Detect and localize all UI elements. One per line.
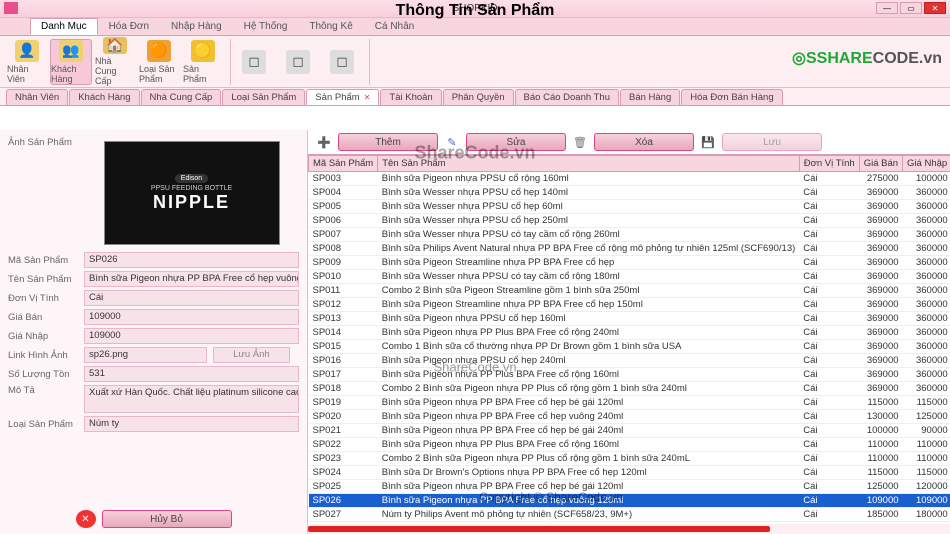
- table-row[interactable]: SP012Bình sữa Pigeon Streamline nhựa PP …: [309, 298, 950, 312]
- ribbon-Sản Phẩm[interactable]: 🟡Sản Phẩm: [182, 39, 224, 85]
- col-header[interactable]: Giá Bán: [859, 156, 902, 172]
- dvt-input[interactable]: Cái: [84, 290, 299, 306]
- table-row[interactable]: SP015Combo 1 Bình sữa cổ thường nhựa PP …: [309, 340, 950, 354]
- add-button[interactable]: Thêm: [338, 133, 438, 151]
- file-menu-icon[interactable]: [4, 2, 18, 14]
- table-row[interactable]: SP009Bình sữa Pigeon Streamline nhựa PP …: [309, 256, 950, 270]
- ribbon-Khách Hàng[interactable]: 👥Khách Hàng: [50, 39, 92, 85]
- inner-tabs: Nhân ViênKhách HàngNhà Cung CấpLoại Sản …: [0, 88, 950, 106]
- ribbon: 👤Nhân Viên👥Khách Hàng🏠Nhà Cung Cấp🟠Loại …: [0, 36, 950, 88]
- col-header[interactable]: Mã Sản Phẩm: [309, 156, 378, 172]
- product-image: Edison PPSU FEEDING BOTTLE NIPPLE: [104, 141, 280, 245]
- save-button: Lưu: [722, 133, 822, 151]
- close-button[interactable]: ✕: [924, 2, 946, 14]
- gianhap-input[interactable]: 109000: [84, 328, 299, 344]
- table-row[interactable]: SP010Bình sữa Wesser nhựa PPSU có tay cầ…: [309, 270, 950, 284]
- tab-close-icon[interactable]: ✕: [364, 93, 371, 102]
- table-row[interactable]: SP016Bình sữa Pigeon nhựa PPSU cổ hẹp 24…: [309, 354, 950, 368]
- edit-button[interactable]: Sửa: [466, 133, 566, 151]
- table-row[interactable]: SP018Combo 2 Bình sữa Pigeon nhựa PP Plu…: [309, 382, 950, 396]
- product-table: Mã Sản PhẩmTên Sản PhẩmĐơn Vị TínhGiá Bá…: [308, 155, 950, 524]
- action-bar: ➕ Thêm ✎ Sửa 🗑 Xóa 💾 Lưu: [308, 130, 950, 154]
- giaban-input[interactable]: 109000: [84, 309, 299, 325]
- table-row[interactable]: SP022Bình sữa Pigeon nhựa PP Plus BPA Fr…: [309, 438, 950, 452]
- ribbon-Loại Sản Phẩm[interactable]: 🟠Loại Sản Phẩm: [138, 39, 180, 85]
- table-row[interactable]: SP020Bình sữa Pigeon nhựa PP BPA Free cổ…: [309, 410, 950, 424]
- minimize-button[interactable]: —: [876, 2, 898, 14]
- inner-tab-Tài Khoản[interactable]: Tài Khoản: [380, 89, 441, 105]
- inner-tab-Nhà Cung Cấp[interactable]: Nhà Cung Cấp: [141, 89, 222, 105]
- inner-tab-Bán Hàng[interactable]: Bán Hàng: [620, 89, 680, 105]
- menu-tabs: Danh MụcHóa ĐơnNhập HàngHệ ThốngThông Kê…: [0, 18, 950, 36]
- inner-tab-Khách Hàng[interactable]: Khách Hàng: [69, 89, 139, 105]
- col-header[interactable]: Giá Nhập: [903, 156, 950, 172]
- inner-tab-Báo Cáo Doanh Thu[interactable]: Báo Cáo Doanh Thu: [515, 89, 619, 105]
- ribbon-Nhà Cung Cấp[interactable]: 🏠Nhà Cung Cấp: [94, 39, 136, 85]
- delete-icon: 🗑: [572, 134, 588, 150]
- table-scroll[interactable]: Mã Sản PhẩmTên Sản PhẩmĐơn Vị TínhGiá Bá…: [308, 154, 950, 524]
- table-row[interactable]: SP003Bình sữa Pigeon nhựa PPSU cổ rộng 1…: [309, 172, 950, 186]
- hinh-input[interactable]: sp26.png: [84, 347, 207, 363]
- horizontal-scrollbar[interactable]: [308, 524, 950, 534]
- table-panel: ➕ Thêm ✎ Sửa 🗑 Xóa 💾 Lưu Mã Sản PhẩmTên …: [308, 130, 950, 534]
- ribbon-placeholder-1[interactable]: ◻: [233, 39, 275, 85]
- inner-tab-Sản Phẩm[interactable]: Sản Phẩm✕: [306, 89, 379, 105]
- ribbon-icon: 👤: [15, 40, 39, 62]
- inner-tab-Loại Sản Phẩm[interactable]: Loại Sản Phẩm: [222, 89, 305, 105]
- menu-tab-Hệ Thống[interactable]: Hệ Thống: [233, 18, 299, 35]
- table-row[interactable]: SP025Bình sữa Pigeon nhựa PP BPA Free cổ…: [309, 480, 950, 494]
- table-row[interactable]: SP014Bình sữa Pigeon nhựa PP Plus BPA Fr…: [309, 326, 950, 340]
- table-row[interactable]: SP005Bình sữa Wesser nhựa PPSU cổ hẹp 60…: [309, 200, 950, 214]
- table-row[interactable]: SP011Combo 2 Bình sữa Pigeon Streamline …: [309, 284, 950, 298]
- loai-input[interactable]: Núm ty: [84, 416, 299, 432]
- table-row[interactable]: SP013Bình sữa Pigeon nhựa PPSU cổ hẹp 16…: [309, 312, 950, 326]
- content: Ảnh Sản Phẩm Edison PPSU FEEDING BOTTLE …: [0, 130, 950, 534]
- ribbon-placeholder-3[interactable]: ◻: [321, 39, 363, 85]
- inner-tab-Hóa Đơn Bán Hàng[interactable]: Hóa Đơn Bán Hàng: [681, 89, 782, 105]
- ribbon-icon: 🟡: [191, 40, 215, 62]
- table-row[interactable]: SP007Bình sữa Wesser nhựa PPSU có tay cầ…: [309, 228, 950, 242]
- table-row[interactable]: SP024Bình sữa Dr Brown's Options nhựa PP…: [309, 466, 950, 480]
- image-label: Ảnh Sản Phẩm: [8, 137, 78, 148]
- table-row[interactable]: SP017Bình sữa Pigeon nhựa PP Plus BPA Fr…: [309, 368, 950, 382]
- sharecode-logo: ◎SSHARECODE.vn: [792, 48, 942, 68]
- edit-icon: ✎: [444, 134, 460, 150]
- table-row[interactable]: SP019Bình sữa Pigeon nhựa PP BPA Free cổ…: [309, 396, 950, 410]
- maximize-button[interactable]: ▭: [900, 2, 922, 14]
- menu-tab-Danh Mục[interactable]: Danh Mục: [30, 18, 98, 35]
- delete-button[interactable]: Xóa: [594, 133, 694, 151]
- window-title: SHOPKID: [452, 3, 497, 14]
- table-row[interactable]: SP021Bình sữa Pigeon nhựa PP BPA Free cổ…: [309, 424, 950, 438]
- menu-tab-Nhập Hàng[interactable]: Nhập Hàng: [160, 18, 233, 35]
- ribbon-Nhân Viên[interactable]: 👤Nhân Viên: [6, 39, 48, 85]
- ten-input[interactable]: Bình sữa Pigeon nhựa PP BPA Free cổ hẹp …: [84, 271, 299, 287]
- mota-input[interactable]: [84, 385, 299, 413]
- table-row[interactable]: SP004Bình sữa Wesser nhựa PPSU cổ hẹp 14…: [309, 186, 950, 200]
- add-icon: ➕: [316, 134, 332, 150]
- inner-tab-Nhân Viên[interactable]: Nhân Viên: [6, 89, 68, 105]
- cancel-icon: ✕: [76, 510, 96, 528]
- titlebar: SHOPKID — ▭ ✕: [0, 0, 950, 18]
- cancel-button[interactable]: Hủy Bỏ: [102, 510, 232, 528]
- menu-tab-Cá Nhân[interactable]: Cá Nhân: [364, 18, 425, 35]
- ribbon-icon: 🟠: [147, 40, 171, 62]
- ma-input[interactable]: SP026: [84, 252, 299, 268]
- save-image-button[interactable]: Lưu Ảnh: [213, 347, 289, 363]
- slt-input[interactable]: 531: [84, 366, 299, 382]
- table-row[interactable]: SP006Bình sữa Wesser nhựa PPSU cổ hẹp 25…: [309, 214, 950, 228]
- ribbon-icon: 🏠: [103, 37, 127, 54]
- col-header[interactable]: Đơn Vị Tính: [799, 156, 859, 172]
- table-row[interactable]: SP026Bình sữa Pigeon nhựa PP BPA Free cổ…: [309, 494, 950, 508]
- table-row[interactable]: SP023Combo 2 Bình sữa Pigeon nhựa PP Plu…: [309, 452, 950, 466]
- ribbon-icon: 👥: [59, 40, 83, 62]
- ribbon-placeholder-2[interactable]: ◻: [277, 39, 319, 85]
- form-panel: Ảnh Sản Phẩm Edison PPSU FEEDING BOTTLE …: [0, 130, 308, 534]
- save-icon: 💾: [700, 134, 716, 150]
- table-row[interactable]: SP008Bình sữa Philips Avent Natural nhựa…: [309, 242, 950, 256]
- menu-tab-Hóa Đơn[interactable]: Hóa Đơn: [98, 18, 160, 35]
- col-header[interactable]: Tên Sản Phẩm: [378, 156, 800, 172]
- window-controls: — ▭ ✕: [876, 2, 946, 14]
- menu-tab-Thông Kê[interactable]: Thông Kê: [298, 18, 363, 35]
- inner-tab-Phân Quyền[interactable]: Phân Quyền: [443, 89, 514, 105]
